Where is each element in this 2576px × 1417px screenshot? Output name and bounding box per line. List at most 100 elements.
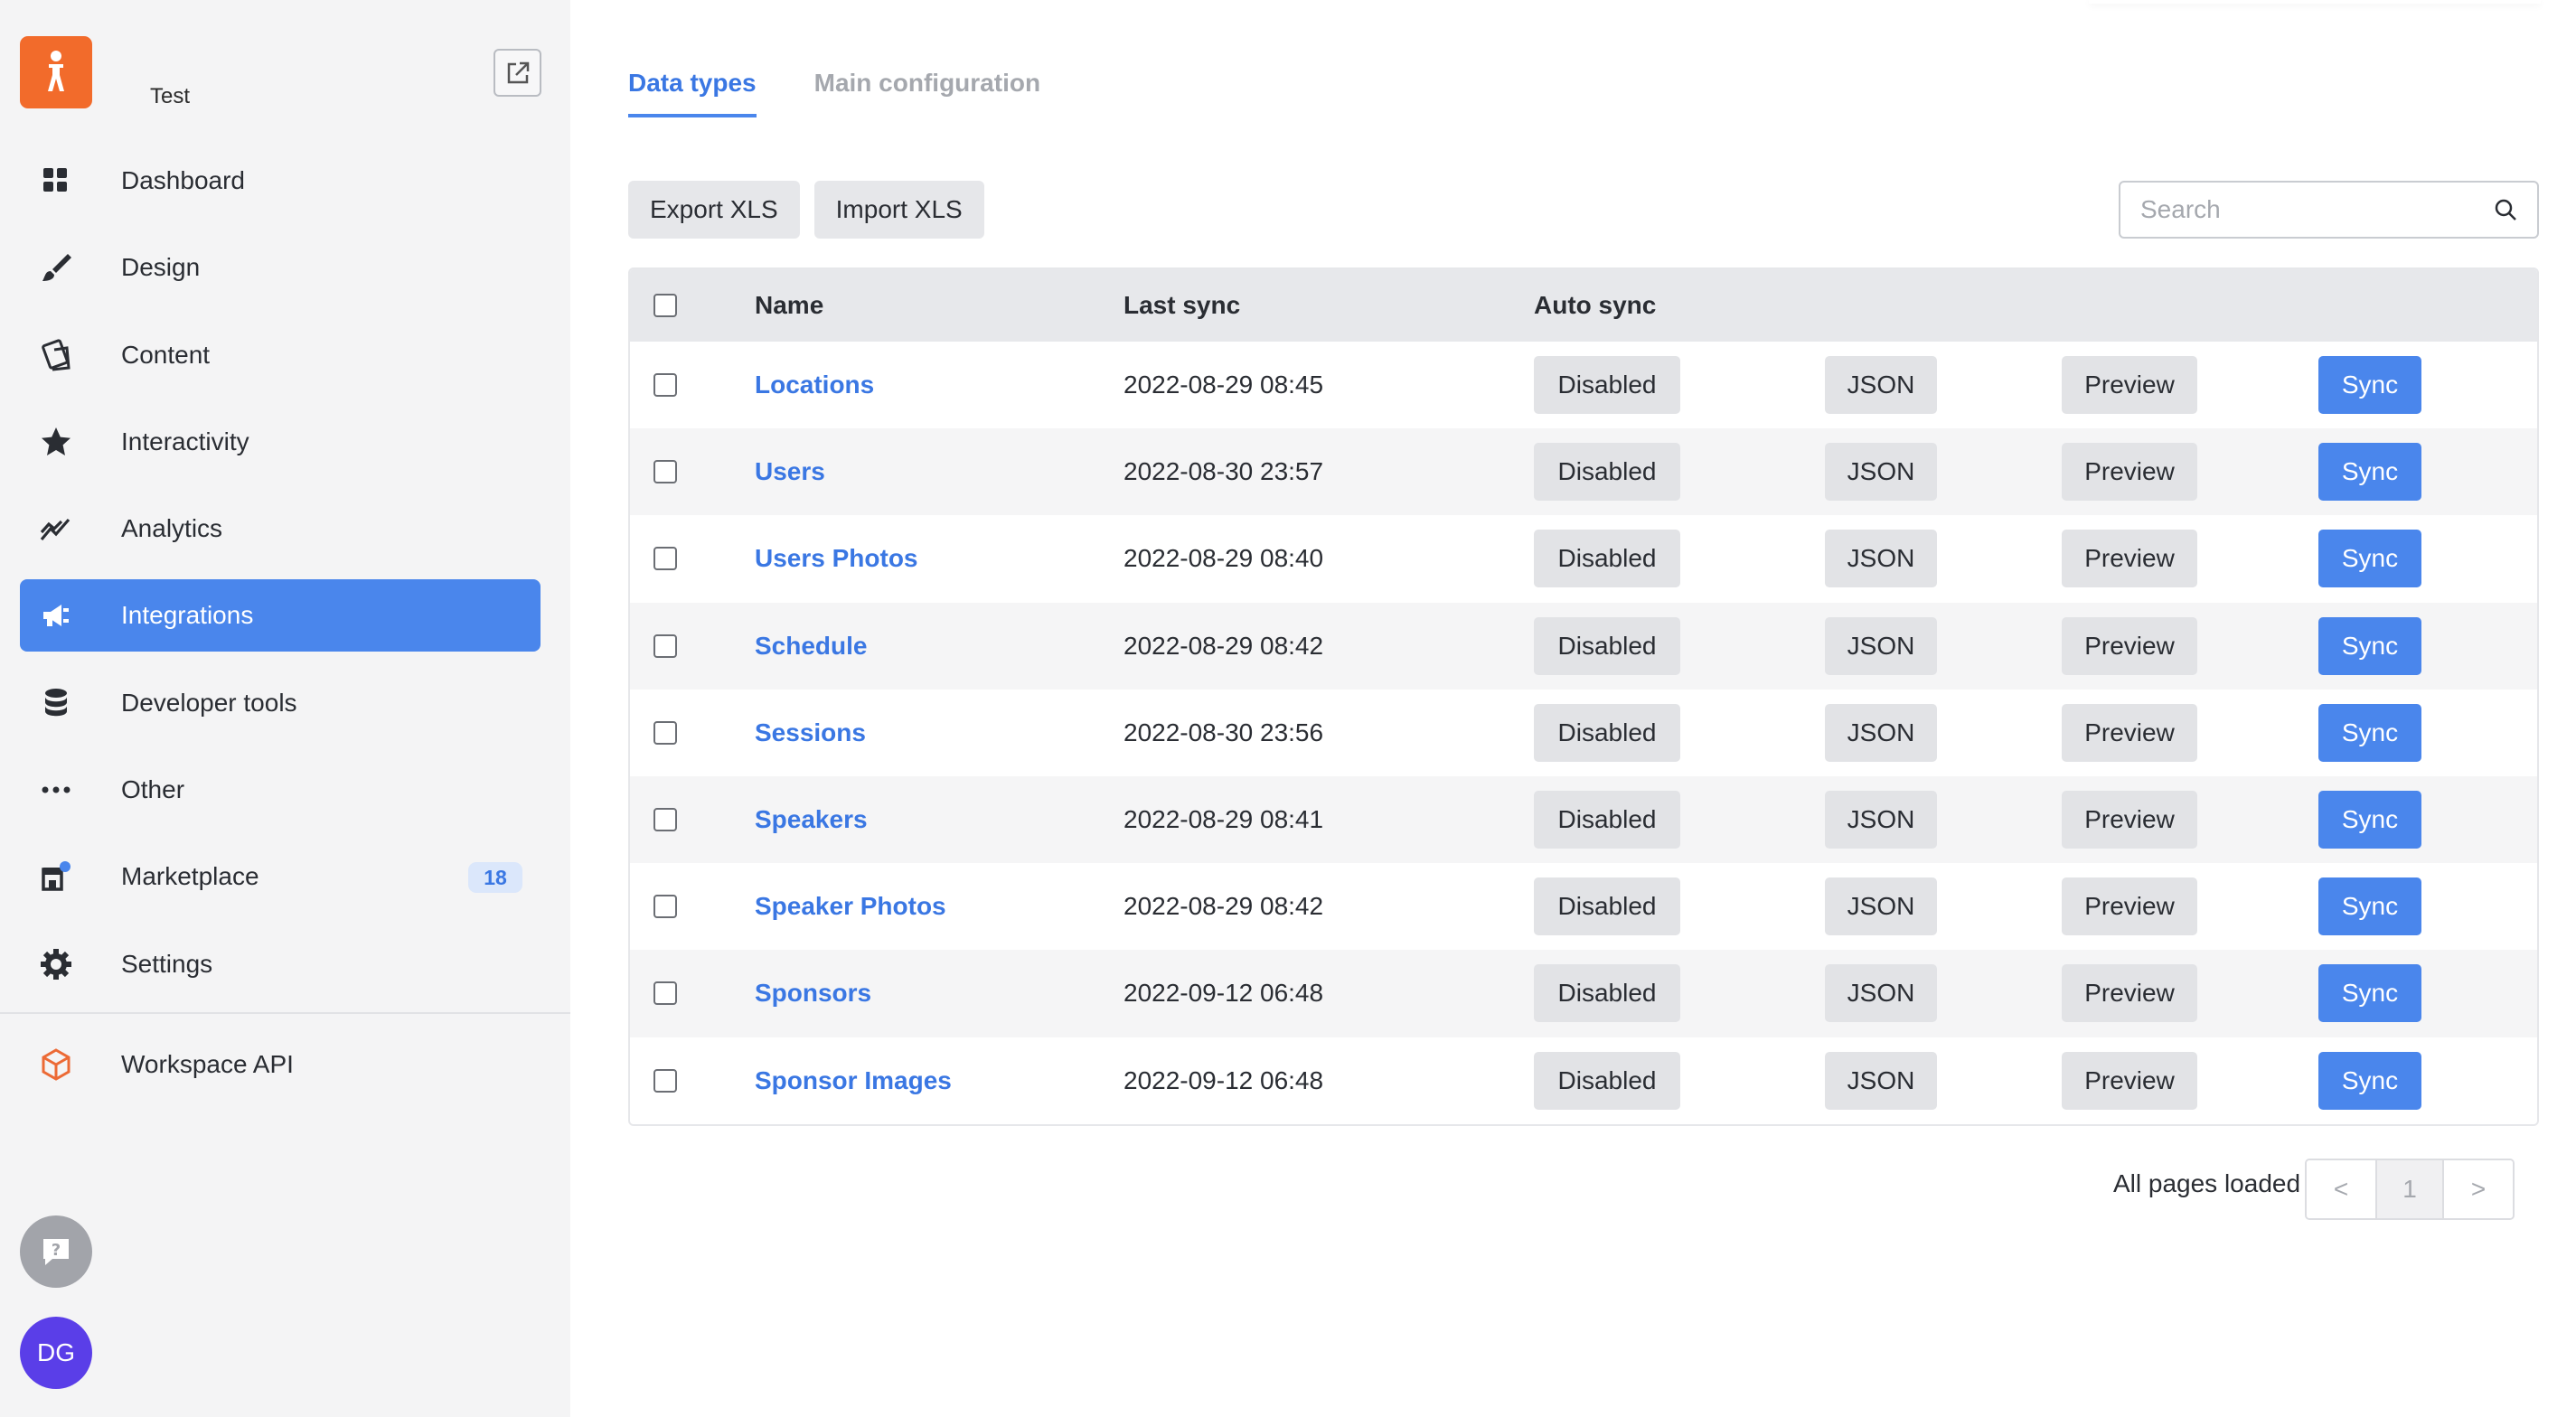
preview-button[interactable]: Preview xyxy=(2062,356,2197,415)
json-button[interactable]: JSON xyxy=(1825,964,1937,1023)
tab-data-types[interactable]: Data types xyxy=(628,69,757,117)
top-shadow xyxy=(2089,0,2541,4)
table-row: Schedule 2022-08-29 08:42 Disabled JSON Prev… xyxy=(630,602,2537,690)
sidebar-item-design[interactable]: Design xyxy=(20,231,541,304)
sidebar-item-developer-tools[interactable]: Developer tools xyxy=(20,667,541,739)
json-button[interactable]: JSON xyxy=(1825,530,1937,588)
toolbar: Export XLS Import XLS xyxy=(628,181,984,239)
person-icon xyxy=(48,51,64,91)
tab-main-configuration[interactable]: Main configuration xyxy=(814,69,1040,117)
sync-button[interactable]: Sync xyxy=(2318,877,2421,936)
plug-icon xyxy=(38,597,74,633)
sidebar-item-interactivity[interactable]: Interactivity xyxy=(20,406,541,478)
table-header: Name Last sync Auto sync xyxy=(630,269,2537,342)
header-name[interactable]: Name xyxy=(755,291,823,320)
json-button[interactable]: JSON xyxy=(1825,703,1937,762)
sidebar-item-marketplace[interactable]: Marketplace 18 xyxy=(20,840,541,913)
json-button[interactable]: JSON xyxy=(1825,443,1937,502)
row-checkbox[interactable] xyxy=(653,981,677,1006)
row-checkbox[interactable] xyxy=(653,460,677,484)
auto-sync-toggle-button[interactable]: Disabled xyxy=(1534,964,1680,1023)
auto-sync-toggle-button[interactable]: Disabled xyxy=(1534,791,1680,849)
star-icon xyxy=(38,424,74,460)
row-checkbox[interactable] xyxy=(653,720,677,745)
preview-button[interactable]: Preview xyxy=(2062,703,2197,762)
table-row: Sessions 2022-08-30 23:56 Disabled JSON Prev… xyxy=(630,689,2537,776)
table-row: Users 2022-08-30 23:57 Disabled JSON Preview… xyxy=(630,428,2537,516)
open-external-button[interactable] xyxy=(494,49,541,97)
preview-button[interactable]: Preview xyxy=(2062,791,2197,849)
sidebar-item-dashboard[interactable]: Dashboard xyxy=(20,145,541,217)
auto-sync-toggle-button[interactable]: Disabled xyxy=(1534,616,1680,675)
last-sync-value: 2022-08-29 08:42 xyxy=(1123,892,1324,921)
sync-button[interactable]: Sync xyxy=(2318,356,2421,415)
sync-button[interactable]: Sync xyxy=(2318,616,2421,675)
sidebar-item-settings[interactable]: Settings xyxy=(20,928,541,1000)
json-button[interactable]: JSON xyxy=(1825,356,1937,415)
row-checkbox[interactable] xyxy=(653,1068,677,1093)
sync-button[interactable]: Sync xyxy=(2318,443,2421,502)
row-checkbox[interactable] xyxy=(653,895,677,919)
marketplace-count-badge: 18 xyxy=(468,862,522,894)
export-xls-button[interactable]: Export XLS xyxy=(628,181,800,239)
row-checkbox[interactable] xyxy=(653,547,677,571)
sync-button[interactable]: Sync xyxy=(2318,530,2421,588)
json-button[interactable]: JSON xyxy=(1825,877,1937,936)
sidebar-item-analytics[interactable]: Analytics xyxy=(20,493,541,565)
data-type-name-link[interactable]: Speakers xyxy=(755,805,868,834)
auto-sync-toggle-button[interactable]: Disabled xyxy=(1534,877,1680,936)
sync-button[interactable]: Sync xyxy=(2318,791,2421,849)
sidebar-item-workspace-api[interactable]: Workspace API xyxy=(20,1028,541,1101)
sidebar-item-label: Settings xyxy=(121,949,213,978)
data-type-name-link[interactable]: Users Photos xyxy=(755,544,918,573)
sidebar-item-content[interactable]: Content xyxy=(20,319,541,391)
brand-logo[interactable] xyxy=(20,36,92,108)
next-page-button[interactable]: > xyxy=(2444,1160,2513,1218)
preview-button[interactable]: Preview xyxy=(2062,530,2197,588)
data-type-name-link[interactable]: Speaker Photos xyxy=(755,892,946,921)
sidebar-nav: Dashboard Design Content Interactivity Analy… xyxy=(20,145,541,1015)
data-types-table: Name Last sync Auto sync Locations 2022-0… xyxy=(628,267,2539,1126)
sidebar-item-label: Integrations xyxy=(121,601,254,630)
header-last-sync[interactable]: Last sync xyxy=(1123,291,1240,320)
preview-button[interactable]: Preview xyxy=(2062,964,2197,1023)
user-avatar[interactable]: DG xyxy=(20,1317,92,1389)
preview-button[interactable]: Preview xyxy=(2062,877,2197,936)
header-auto-sync[interactable]: Auto sync xyxy=(1534,291,1656,320)
search-input[interactable] xyxy=(2140,195,2494,224)
sidebar-item-integrations[interactable]: Integrations xyxy=(20,579,541,652)
sync-button[interactable]: Sync xyxy=(2318,964,2421,1023)
sidebar-item-other[interactable]: Other xyxy=(20,754,541,826)
data-type-name-link[interactable]: Users xyxy=(755,457,825,486)
table-row: Speakers 2022-08-29 08:41 Disabled JSON Prev… xyxy=(630,775,2537,864)
json-button[interactable]: JSON xyxy=(1825,1051,1937,1110)
prev-page-button[interactable]: < xyxy=(2307,1160,2375,1218)
preview-button[interactable]: Preview xyxy=(2062,1051,2197,1110)
current-page[interactable]: 1 xyxy=(2375,1160,2444,1218)
data-type-name-link[interactable]: Sponsors xyxy=(755,979,871,1008)
auto-sync-toggle-button[interactable]: Disabled xyxy=(1534,356,1680,415)
select-all-checkbox[interactable] xyxy=(653,294,677,317)
import-xls-button[interactable]: Import XLS xyxy=(813,181,984,239)
auto-sync-toggle-button[interactable]: Disabled xyxy=(1534,1051,1680,1110)
json-button[interactable]: JSON xyxy=(1825,791,1937,849)
data-type-name-link[interactable]: Schedule xyxy=(755,632,867,661)
preview-button[interactable]: Preview xyxy=(2062,443,2197,502)
json-button[interactable]: JSON xyxy=(1825,616,1937,675)
row-checkbox[interactable] xyxy=(653,633,677,658)
search-icon[interactable] xyxy=(2494,198,2517,221)
last-sync-value: 2022-08-30 23:57 xyxy=(1123,457,1324,486)
row-checkbox[interactable] xyxy=(653,808,677,832)
auto-sync-toggle-button[interactable]: Disabled xyxy=(1534,530,1680,588)
sidebar: Test Dashboard Design Content Interactivity… xyxy=(0,0,570,1417)
auto-sync-toggle-button[interactable]: Disabled xyxy=(1534,703,1680,762)
auto-sync-toggle-button[interactable]: Disabled xyxy=(1534,443,1680,502)
data-type-name-link[interactable]: Sponsor Images xyxy=(755,1066,952,1095)
data-type-name-link[interactable]: Locations xyxy=(755,371,874,399)
sync-button[interactable]: Sync xyxy=(2318,1051,2421,1110)
sync-button[interactable]: Sync xyxy=(2318,703,2421,762)
row-checkbox[interactable] xyxy=(653,373,677,398)
data-type-name-link[interactable]: Sessions xyxy=(755,718,866,747)
preview-button[interactable]: Preview xyxy=(2062,616,2197,675)
help-button[interactable]: ? xyxy=(20,1215,92,1288)
